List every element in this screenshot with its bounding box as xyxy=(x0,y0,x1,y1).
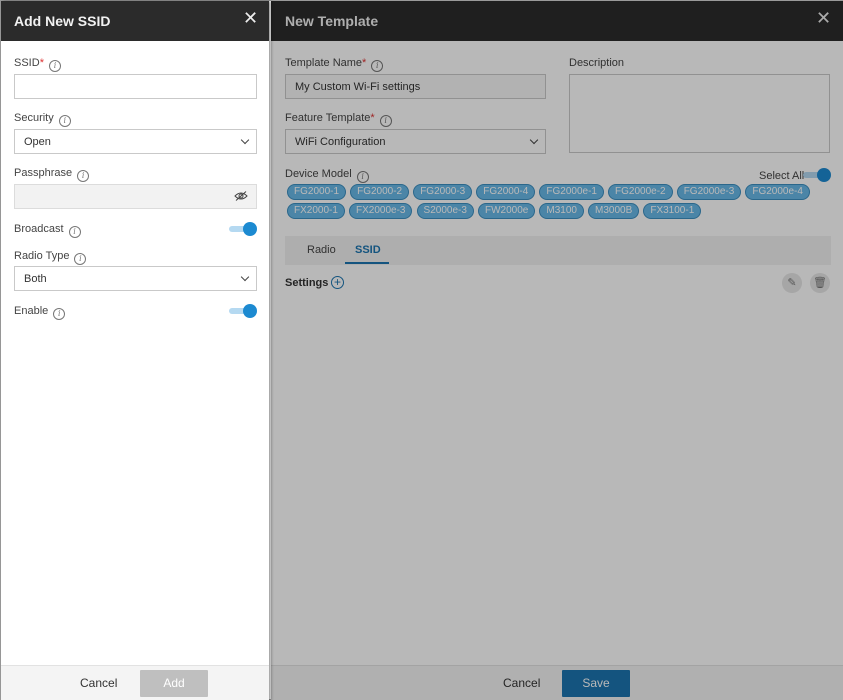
info-icon: i xyxy=(74,253,87,265)
add-button[interactable]: Add xyxy=(140,670,208,697)
ssid-footer: Cancel Add xyxy=(1,665,269,700)
modal-overlay xyxy=(271,1,843,700)
eye-slash-icon[interactable] xyxy=(234,191,248,201)
chevron-down-icon xyxy=(240,135,250,145)
close-icon[interactable]: ✕ xyxy=(243,9,258,27)
info-icon: i xyxy=(77,170,90,182)
ssid-header: Add New SSID ✕ xyxy=(1,1,269,41)
info-icon: i xyxy=(58,115,71,127)
window-frame: New Template ✕ Template Name* i My Custom… xyxy=(0,0,843,700)
chevron-down-icon xyxy=(240,272,250,282)
info-icon: i xyxy=(53,308,66,320)
add-ssid-panel: Add New SSID ✕ SSID* i Security i Open Pas… xyxy=(1,1,269,700)
security-value: Open xyxy=(24,136,51,148)
security-select[interactable]: Open xyxy=(14,129,257,154)
security-label: Security i xyxy=(14,112,71,127)
info-icon: i xyxy=(68,226,81,238)
info-icon: i xyxy=(48,60,61,72)
ssid-label: SSID* i xyxy=(14,57,61,72)
enable-toggle[interactable] xyxy=(229,304,257,318)
ssid-panel-title: Add New SSID xyxy=(14,13,111,29)
broadcast-label: Broadcast i xyxy=(14,223,81,238)
enable-label: Enable i xyxy=(14,305,66,320)
radio-type-label: Radio Type i xyxy=(14,250,87,265)
ssid-input[interactable] xyxy=(14,74,257,99)
radio-type-select[interactable]: Both xyxy=(14,266,257,291)
radio-type-value: Both xyxy=(24,273,47,285)
passphrase-input[interactable] xyxy=(14,184,257,209)
broadcast-toggle[interactable] xyxy=(229,222,257,236)
ssid-cancel-button[interactable]: Cancel xyxy=(80,676,117,690)
passphrase-label: Passphrase i xyxy=(14,167,90,182)
